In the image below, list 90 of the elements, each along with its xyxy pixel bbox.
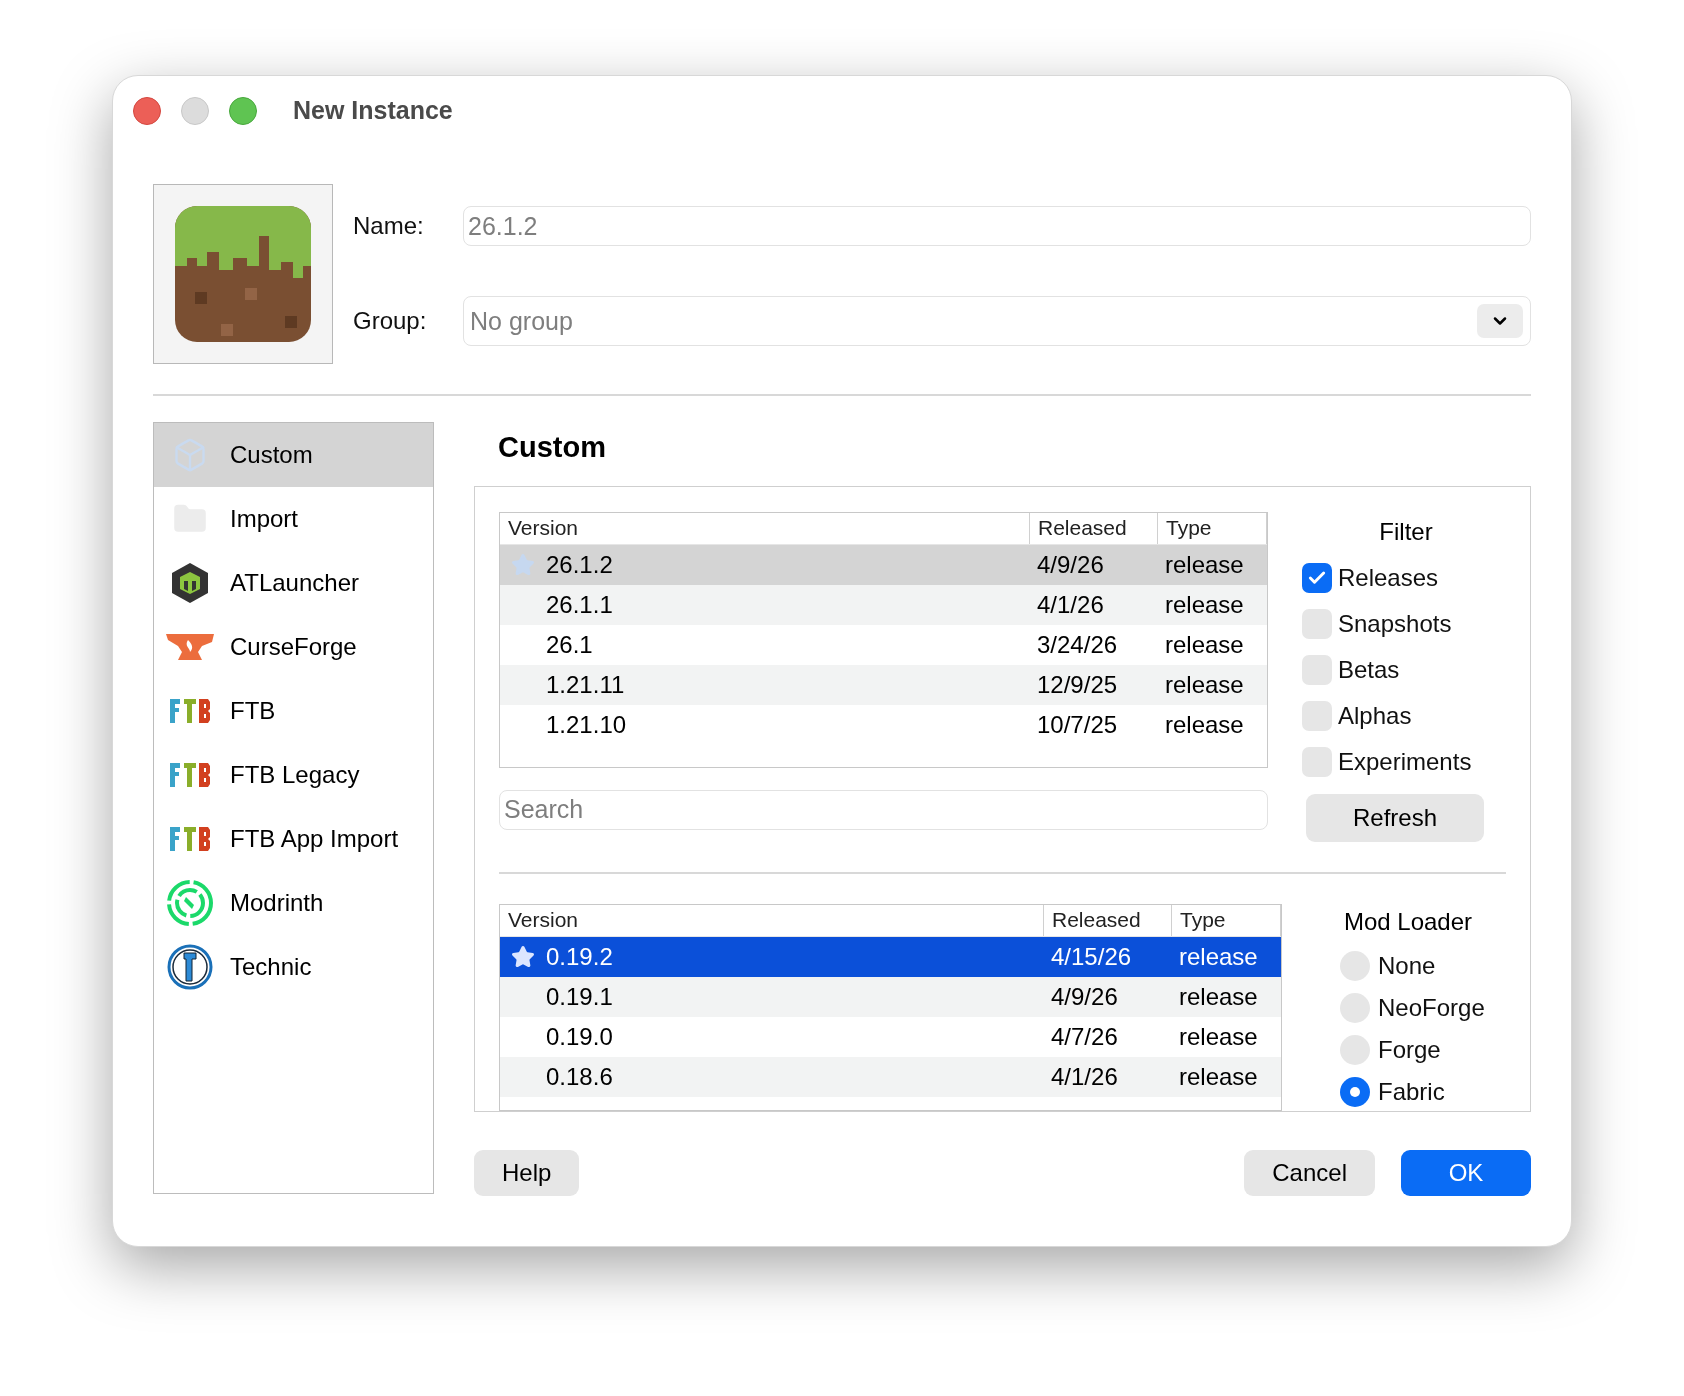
filter-title: Filter bbox=[1378, 516, 1434, 547]
date-cell-text: 4/9/26 bbox=[1050, 981, 1119, 1012]
date-cell-text: 4/1/26 bbox=[1036, 589, 1105, 620]
version-row[interactable]: 26.1.2 4/9/26 release bbox=[500, 544, 1267, 585]
sidebar-item[interactable]: CurseForge bbox=[154, 615, 433, 679]
checkbox-label: Alphas bbox=[1338, 700, 1412, 731]
radio-button[interactable] bbox=[1340, 992, 1370, 1023]
checkbox-label: Betas bbox=[1338, 654, 1400, 685]
column-header[interactable]: Type bbox=[1157, 512, 1267, 544]
date-cell-text: 10/7/25 bbox=[1036, 709, 1119, 740]
page-title: Custom bbox=[498, 430, 607, 465]
date-cell-text: 4/1/26 bbox=[1050, 1061, 1119, 1092]
version-cell-text: 1.21.11 bbox=[546, 669, 626, 700]
radio-button[interactable] bbox=[1340, 1034, 1370, 1065]
version-row[interactable]: 0.19.1 4/9/26 release bbox=[500, 976, 1281, 1017]
refresh-button[interactable]: Refresh bbox=[1306, 793, 1484, 842]
dropdown-button[interactable] bbox=[1477, 304, 1523, 338]
version-cell-text: 26.1.1 bbox=[546, 589, 614, 620]
cube-icon bbox=[172, 437, 208, 473]
tricolor-bars-icon bbox=[169, 762, 211, 788]
type-cell-text: release bbox=[1164, 589, 1245, 620]
version-row[interactable]: 1.21.11 12/9/25 release bbox=[500, 664, 1267, 705]
sidebar-item[interactable]: Custom bbox=[154, 423, 433, 487]
tricolor-bars-icon bbox=[169, 698, 211, 724]
group-label: Group: bbox=[353, 306, 428, 336]
checkbox[interactable] bbox=[1302, 608, 1332, 639]
hexagon-cube-icon bbox=[170, 561, 210, 605]
type-cell-text: release bbox=[1178, 1021, 1259, 1052]
type-cell-text: release bbox=[1164, 709, 1245, 740]
sidebar-item[interactable]: Import bbox=[154, 487, 433, 551]
type-cell-text: release bbox=[1178, 981, 1259, 1012]
checkbox-label: Snapshots bbox=[1338, 608, 1452, 639]
version-row[interactable]: 0.19.2 4/15/26 release bbox=[500, 936, 1281, 977]
checkbox[interactable] bbox=[1302, 562, 1332, 593]
type-cell-text: release bbox=[1164, 549, 1245, 580]
minimize-button[interactable] bbox=[181, 97, 209, 125]
column-header[interactable]: Released bbox=[1029, 512, 1157, 544]
checkbox-label: Releases bbox=[1338, 562, 1439, 593]
version-cell-text: 0.19.0 bbox=[546, 1021, 614, 1052]
version-cell-text: 26.1.2 bbox=[546, 549, 614, 580]
group-combo-box[interactable]: No group bbox=[463, 296, 1531, 346]
mod-loader-title: Mod Loader bbox=[1342, 906, 1474, 937]
radio-label: Fabric bbox=[1378, 1076, 1445, 1107]
column-header[interactable]: Version bbox=[500, 904, 1043, 936]
radio-label: None bbox=[1378, 950, 1436, 981]
date-cell-text: 3/24/26 bbox=[1036, 629, 1119, 660]
version-cell-text: 26.1 bbox=[546, 629, 594, 660]
checkbox-label: Experiments bbox=[1338, 746, 1472, 777]
search-field[interactable]: Search bbox=[499, 789, 1268, 830]
type-cell-text: release bbox=[1178, 1061, 1259, 1092]
grass-block-icon bbox=[175, 206, 311, 342]
name-field[interactable]: 26.1.2 bbox=[463, 206, 1531, 246]
radio-button[interactable] bbox=[1340, 950, 1370, 981]
date-cell-text: 12/9/25 bbox=[1036, 669, 1119, 700]
sidebar-item[interactable]: Technic bbox=[154, 935, 433, 999]
version-cell-text: 0.19.2 bbox=[546, 941, 614, 972]
checkbox[interactable] bbox=[1302, 746, 1332, 777]
version-row[interactable]: 0.18.6 4/1/26 release bbox=[500, 1056, 1281, 1097]
radio-label: NeoForge bbox=[1378, 992, 1485, 1023]
column-header[interactable]: Type bbox=[1171, 904, 1281, 936]
help-button[interactable]: Help bbox=[474, 1149, 580, 1196]
version-cell-text: 0.19.1 bbox=[546, 981, 614, 1012]
sidebar-item[interactable]: Modrinth bbox=[154, 871, 433, 935]
date-cell-text: 4/7/26 bbox=[1050, 1021, 1119, 1052]
cancel-button[interactable]: Cancel bbox=[1244, 1149, 1375, 1196]
window-title: New Instance bbox=[293, 95, 453, 127]
column-header[interactable]: Released bbox=[1043, 904, 1171, 936]
checkbox[interactable] bbox=[1302, 654, 1332, 685]
sidebar-item[interactable]: FTB bbox=[154, 679, 433, 743]
radio-label: Forge bbox=[1378, 1034, 1441, 1065]
close-button[interactable] bbox=[133, 97, 161, 125]
radio-button[interactable] bbox=[1340, 1076, 1370, 1107]
date-cell-text: 4/9/26 bbox=[1036, 549, 1105, 580]
type-cell-text: release bbox=[1178, 941, 1259, 972]
version-row[interactable]: 26.1.1 4/1/26 release bbox=[500, 584, 1267, 625]
checkbox[interactable] bbox=[1302, 700, 1332, 731]
column-header[interactable]: Version bbox=[500, 512, 1029, 544]
sidebar-item[interactable]: FTB Legacy bbox=[154, 743, 433, 807]
name-label: Name: bbox=[353, 211, 425, 241]
version-cell-text: 1.21.10 bbox=[546, 709, 628, 740]
sidebar-item[interactable]: FTB App Import bbox=[154, 807, 433, 871]
type-cell-text: release bbox=[1164, 629, 1245, 660]
ok-button[interactable]: OK bbox=[1401, 1149, 1531, 1196]
date-cell-text: 4/15/26 bbox=[1050, 941, 1133, 972]
sidebar-item[interactable]: ATLauncher bbox=[154, 551, 433, 615]
type-cell-text: release bbox=[1164, 669, 1245, 700]
version-cell-text: 0.18.6 bbox=[546, 1061, 614, 1092]
zoom-button[interactable] bbox=[229, 97, 257, 125]
tricolor-bars-icon bbox=[169, 826, 211, 852]
instance-icon-button[interactable] bbox=[153, 184, 333, 364]
